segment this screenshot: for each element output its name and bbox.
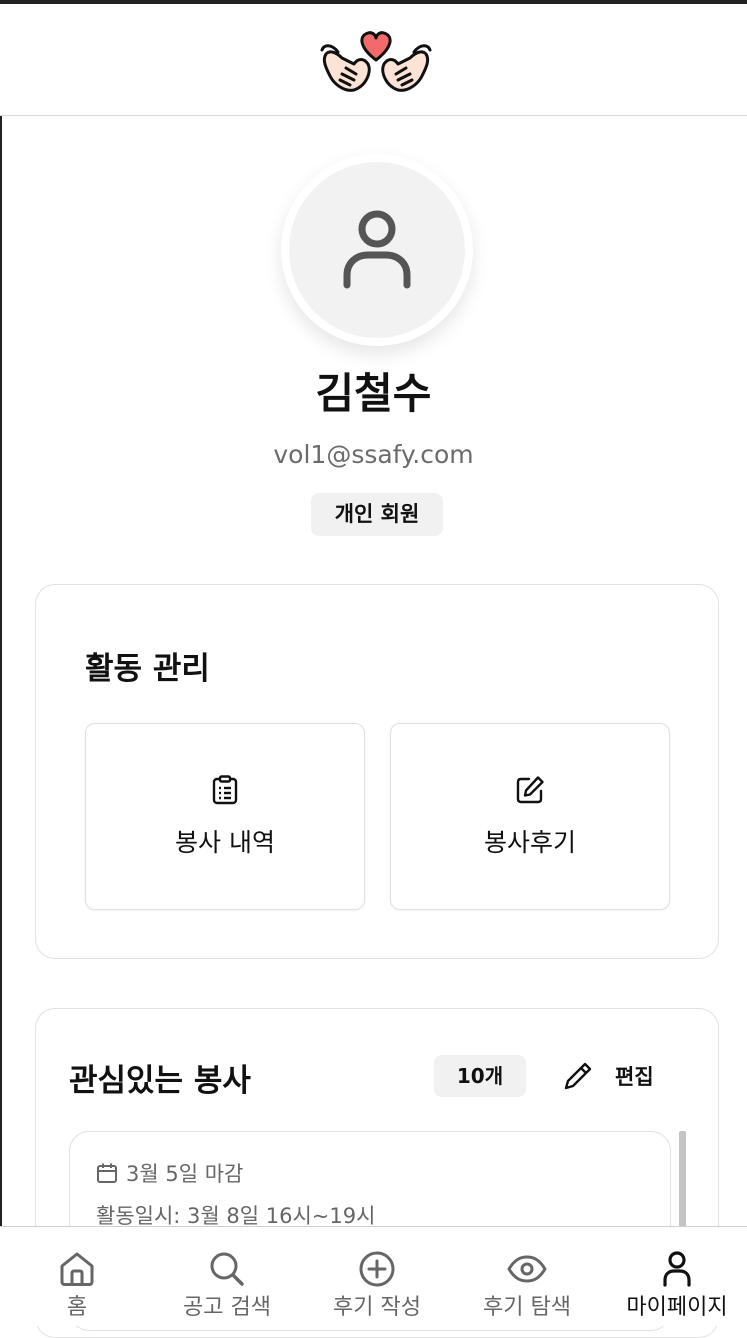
volunteer-review-button[interactable]: 봉사후기 [390,723,670,910]
activity-title: 활동 관리 [85,651,210,687]
nav-explore-reviews[interactable]: 후기 탐색 [452,1227,602,1326]
home-icon [60,1252,94,1286]
pencil-icon [564,1062,592,1090]
edit-square-icon [516,775,544,803]
nav-search[interactable]: 공고 검색 [152,1227,302,1326]
edit-label: 편집 [615,1065,654,1089]
profile-name: 김철수 [315,369,432,418]
app-header [0,4,747,116]
deadline-row: 3월 5일 마감 [96,1158,243,1188]
nav-write-review[interactable]: 후기 작성 [302,1227,452,1326]
profile-email: vol1@ssafy.com [273,440,474,469]
nav-mypage-label: 마이페이지 [626,1295,728,1320]
eye-icon [507,1255,547,1283]
volunteer-review-label: 봉사후기 [483,827,576,857]
avatar-placeholder [289,162,465,338]
clipboard-icon [212,774,238,804]
activity-management-card: 활동 관리 봉사 내역 봉사후기 [35,584,719,959]
nav-explore-reviews-label: 후기 탐색 [483,1295,571,1320]
nav-home[interactable]: 홈 [2,1227,152,1326]
volunteer-history-label: 봉사 내역 [175,827,275,857]
user-icon [663,1251,691,1287]
calendar-icon [97,1163,117,1183]
nav-write-review-label: 후기 작성 [333,1295,421,1320]
plus-circle-icon [359,1251,395,1287]
bottom-navigation: 홈 공고 검색 후기 작성 후기 탐색 마이페이지 [0,1226,747,1326]
search-icon [210,1252,244,1286]
deadline-text: 3월 5일 마감 [126,1162,244,1186]
interests-title: 관심있는 봉사 [69,1063,251,1099]
member-type-badge: 개인 회원 [311,493,443,536]
interests-count-badge: 10개 [434,1055,526,1097]
nav-home-label: 홈 [66,1295,88,1320]
edit-interests-button[interactable]: 편집 [563,1055,693,1097]
profile-avatar[interactable] [281,154,473,346]
user-icon [343,210,411,289]
nav-search-label: 공고 검색 [183,1295,271,1320]
logo-hands-heart-icon[interactable] [320,28,432,96]
nav-mypage[interactable]: 마이페이지 [602,1227,747,1326]
volunteer-history-button[interactable]: 봉사 내역 [85,723,365,910]
